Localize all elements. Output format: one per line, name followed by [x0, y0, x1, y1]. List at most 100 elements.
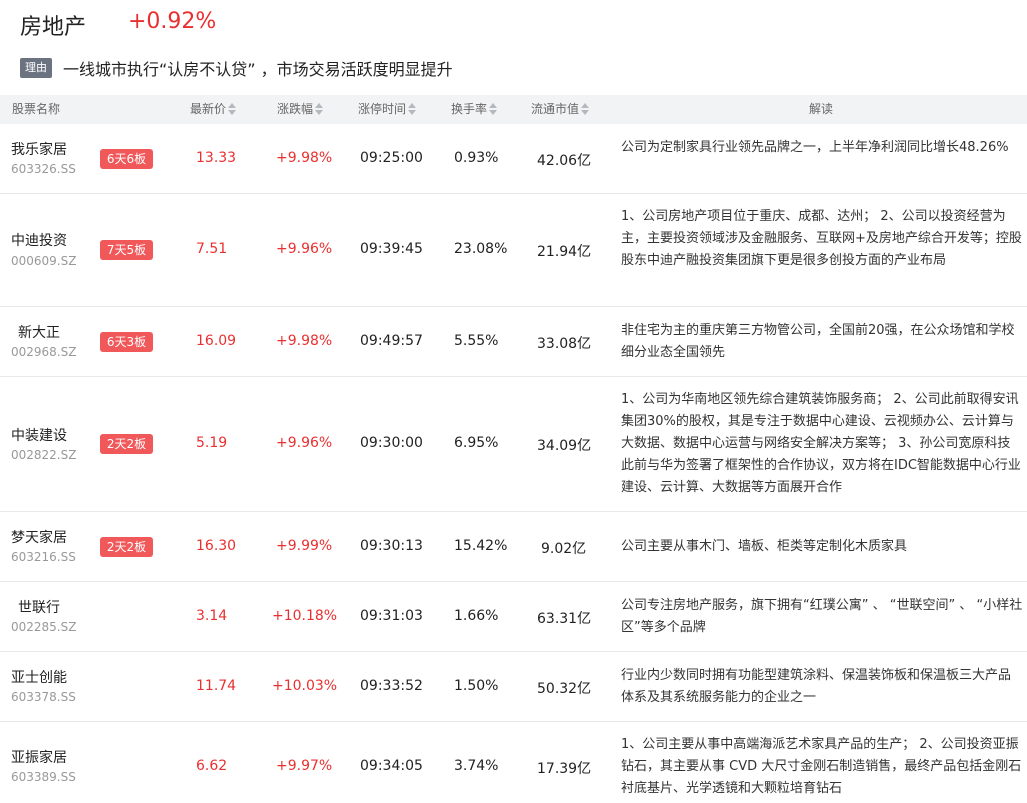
- change-value: +9.97%: [276, 758, 333, 774]
- stock-code: 002285.SZ: [11, 620, 77, 634]
- column-turnover-label: 换手率: [451, 102, 488, 116]
- turnover-value: 1.50%: [454, 678, 499, 694]
- column-float-cap[interactable]: 流通市值: [531, 95, 590, 124]
- limit-time-value: 09:30:00: [360, 435, 423, 451]
- price-value: 16.09: [196, 333, 237, 349]
- interpretation-text: 公司专注房地产服务，旗下拥有“红璞公寓” 、 “世联空间” 、 “小样社区”等多…: [621, 598, 1023, 635]
- stock-code: 603216.SS: [11, 550, 76, 564]
- interpretation-text: 非住宅为主的重庆第三方物管公司，全国前20强，在公众场馆和学校细分业态全国领先: [621, 323, 1015, 360]
- column-change-label: 涨跌幅: [277, 102, 314, 116]
- sort-icon[interactable]: [408, 102, 417, 115]
- stock-code: 002822.SZ: [11, 448, 77, 462]
- turnover-value: 6.95%: [454, 435, 499, 451]
- reason-tag: 理由: [20, 58, 52, 78]
- interpretation-text: 公司主要从事木门、墙板、柜类等定制化木质家具: [621, 539, 908, 554]
- sort-icon[interactable]: [489, 102, 498, 115]
- streak-badge: 7天5板: [100, 240, 153, 260]
- table-row[interactable]: 世联行 002285.SZ 3.14 +10.18% 09:31:03 1.66…: [0, 582, 1027, 652]
- change-value: +9.98%: [276, 333, 333, 349]
- streak-badge: 6天3板: [100, 332, 153, 352]
- price-value: 7.51: [196, 241, 228, 257]
- limit-time-value: 09:39:45: [360, 241, 423, 257]
- change-value: +9.98%: [276, 150, 333, 166]
- price-value: 11.74: [196, 678, 237, 694]
- float-cap-value: 34.09亿: [537, 438, 592, 454]
- stock-name[interactable]: 中迪投资: [11, 230, 67, 250]
- interpretation-text: 公司为定制家具行业领先品牌之一，上半年净利润同比增长48.26%: [621, 140, 1009, 155]
- change-value: +9.96%: [276, 241, 333, 257]
- sort-icon[interactable]: [315, 102, 324, 115]
- sort-icon[interactable]: [581, 102, 590, 115]
- streak-badge: 2天2板: [100, 434, 153, 454]
- table-row[interactable]: 梦天家居 603216.SS 2天2板 16.30 +9.99% 09:30:1…: [0, 512, 1027, 582]
- float-cap-value: 63.31亿: [537, 611, 592, 627]
- stock-name[interactable]: 新大正: [18, 322, 60, 342]
- float-cap-value: 33.08亿: [537, 336, 592, 352]
- float-cap-value: 17.39亿: [537, 761, 592, 777]
- turnover-value: 23.08%: [454, 241, 508, 257]
- interpretation-text: 1、公司房地产项目位于重庆、成都、达州； 2、公司以投资经营为主，主要投资领域涉…: [621, 209, 1022, 268]
- stock-name[interactable]: 我乐家居: [11, 139, 67, 159]
- limit-time-value: 09:49:57: [360, 333, 423, 349]
- turnover-value: 1.66%: [454, 608, 499, 624]
- price-value: 5.19: [196, 435, 228, 451]
- interpretation-text: 1、公司为华南地区领先综合建筑装饰服务商； 2、公司此前取得安讯集团30%的股权…: [621, 392, 1021, 495]
- float-cap-value: 9.02亿: [541, 541, 587, 557]
- sector-title: 房地产: [20, 15, 87, 40]
- change-value: +9.99%: [276, 538, 333, 554]
- stock-name[interactable]: 中装建设: [11, 425, 67, 445]
- price-value: 16.30: [196, 538, 237, 554]
- table-row[interactable]: 亚振家居 603389.SS 6.62 +9.97% 09:34:05 3.74…: [0, 722, 1027, 803]
- stock-name[interactable]: 亚士创能: [11, 667, 67, 687]
- limit-time-value: 09:31:03: [360, 608, 423, 624]
- column-interpretation: 解读: [809, 102, 834, 116]
- limit-time-value: 09:34:05: [360, 758, 423, 774]
- column-turnover[interactable]: 换手率: [451, 95, 498, 124]
- stock-name[interactable]: 世联行: [18, 597, 60, 617]
- table-row[interactable]: 中装建设 002822.SZ 2天2板 5.19 +9.96% 09:30:00…: [0, 377, 1027, 512]
- column-price-label: 最新价: [190, 102, 227, 116]
- stock-name[interactable]: 亚振家居: [11, 747, 67, 767]
- price-value: 3.14: [196, 608, 228, 624]
- limit-time-value: 09:30:13: [360, 538, 423, 554]
- float-cap-value: 42.06亿: [537, 153, 592, 169]
- stock-code: 603378.SS: [11, 690, 76, 704]
- column-float-cap-label: 流通市值: [531, 102, 580, 116]
- stock-code: 603389.SS: [11, 770, 76, 784]
- float-cap-value: 50.32亿: [537, 681, 592, 697]
- limit-time-value: 09:25:00: [360, 150, 423, 166]
- column-limit-time-label: 涨停时间: [358, 102, 407, 116]
- table-row[interactable]: 新大正 002968.SZ 6天3板 16.09 +9.98% 09:49:57…: [0, 307, 1027, 377]
- change-value: +10.03%: [272, 678, 338, 694]
- change-value: +9.96%: [276, 435, 333, 451]
- streak-badge: 6天6板: [100, 149, 153, 169]
- interpretation-text: 1、公司主要从事中高端海派艺术家具产品的生产； 2、公司投资亚振钻石，其主要从事…: [621, 737, 1022, 796]
- table-header: 股票名称 最新价 涨跌幅 涨停时间 换手率 流通市值 解读: [0, 95, 1027, 124]
- interpretation-text: 行业内少数同时拥有功能型建筑涂料、保温装饰板和保温板三大产品体系及其系统服务能力…: [621, 668, 1012, 705]
- float-cap-value: 21.94亿: [537, 244, 592, 260]
- turnover-value: 0.93%: [454, 150, 499, 166]
- reason-text: 一线城市执行“认房不认贷” ，市场交易活跃度明显提升: [63, 60, 453, 79]
- column-limit-time[interactable]: 涨停时间: [358, 95, 417, 124]
- table-row[interactable]: 我乐家居 603326.SS 6天6板 13.33 +9.98% 09:25:0…: [0, 124, 1027, 194]
- stock-code: 002968.SZ: [11, 345, 77, 359]
- turnover-value: 5.55%: [454, 333, 499, 349]
- limit-time-value: 09:33:52: [360, 678, 423, 694]
- stock-table: 股票名称 最新价 涨跌幅 涨停时间 换手率 流通市值 解读 我乐家居 60332…: [0, 95, 1027, 803]
- turnover-value: 15.42%: [454, 538, 508, 554]
- column-price[interactable]: 最新价: [190, 95, 237, 124]
- stock-code: 603326.SS: [11, 162, 76, 176]
- turnover-value: 3.74%: [454, 758, 499, 774]
- column-change[interactable]: 涨跌幅: [277, 95, 324, 124]
- price-value: 13.33: [196, 150, 237, 166]
- sector-change: +0.92%: [128, 9, 217, 34]
- sector-header: 房地产 +0.92% 理由 一线城市执行“认房不认贷” ，市场交易活跃度明显提升: [0, 0, 1027, 94]
- sort-icon[interactable]: [228, 102, 237, 115]
- stock-name[interactable]: 梦天家居: [11, 527, 67, 547]
- stock-code: 000609.SZ: [11, 254, 77, 268]
- streak-badge: 2天2板: [100, 537, 153, 557]
- table-row[interactable]: 中迪投资 000609.SZ 7天5板 7.51 +9.96% 09:39:45…: [0, 194, 1027, 307]
- price-value: 6.62: [196, 758, 228, 774]
- table-row[interactable]: 亚士创能 603378.SS 11.74 +10.03% 09:33:52 1.…: [0, 652, 1027, 722]
- column-name: 股票名称: [12, 102, 61, 116]
